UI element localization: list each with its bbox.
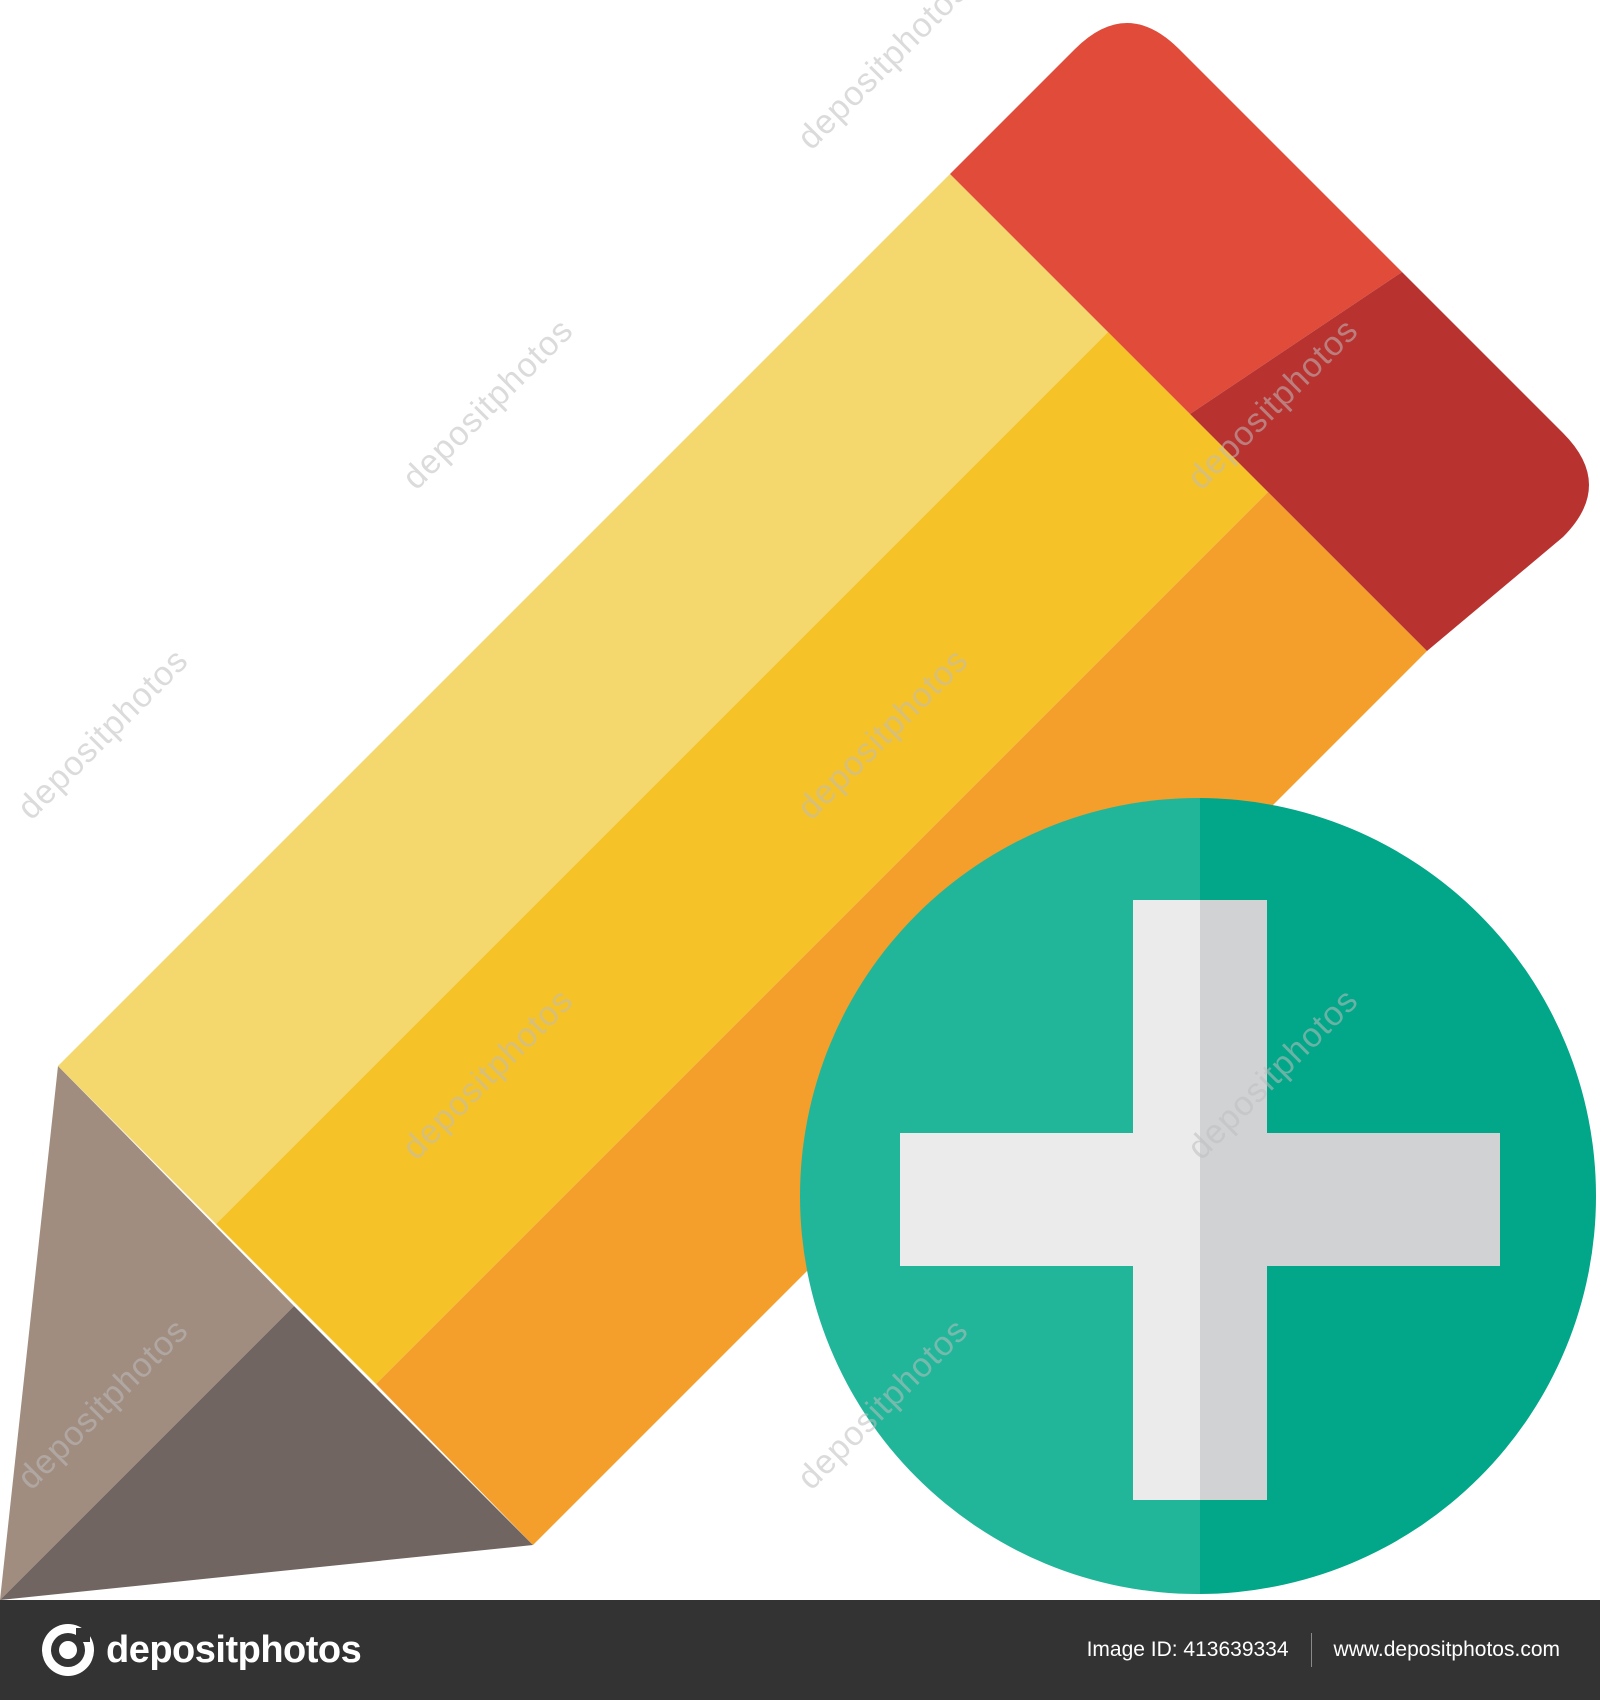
footer-divider — [1310, 1633, 1312, 1667]
plus-vertical-right — [1200, 900, 1267, 1500]
footer-bar: depositphotos Image ID: 413639334 www.de… — [0, 1600, 1600, 1700]
website-link[interactable]: www.depositphotos.com — [1334, 1638, 1560, 1662]
depositphotos-logo-icon — [42, 1624, 94, 1676]
brand: depositphotos — [40, 1622, 362, 1678]
brand-name: depositphotos — [106, 1628, 362, 1671]
footer-info: Image ID: 413639334 www.depositphotos.co… — [1087, 1633, 1560, 1667]
image-id: Image ID: 413639334 — [1086, 1638, 1289, 1661]
add-badge — [800, 798, 1596, 1594]
pencil-add-illustration — [0, 23, 1596, 1600]
plus-vertical-left — [1133, 900, 1200, 1500]
